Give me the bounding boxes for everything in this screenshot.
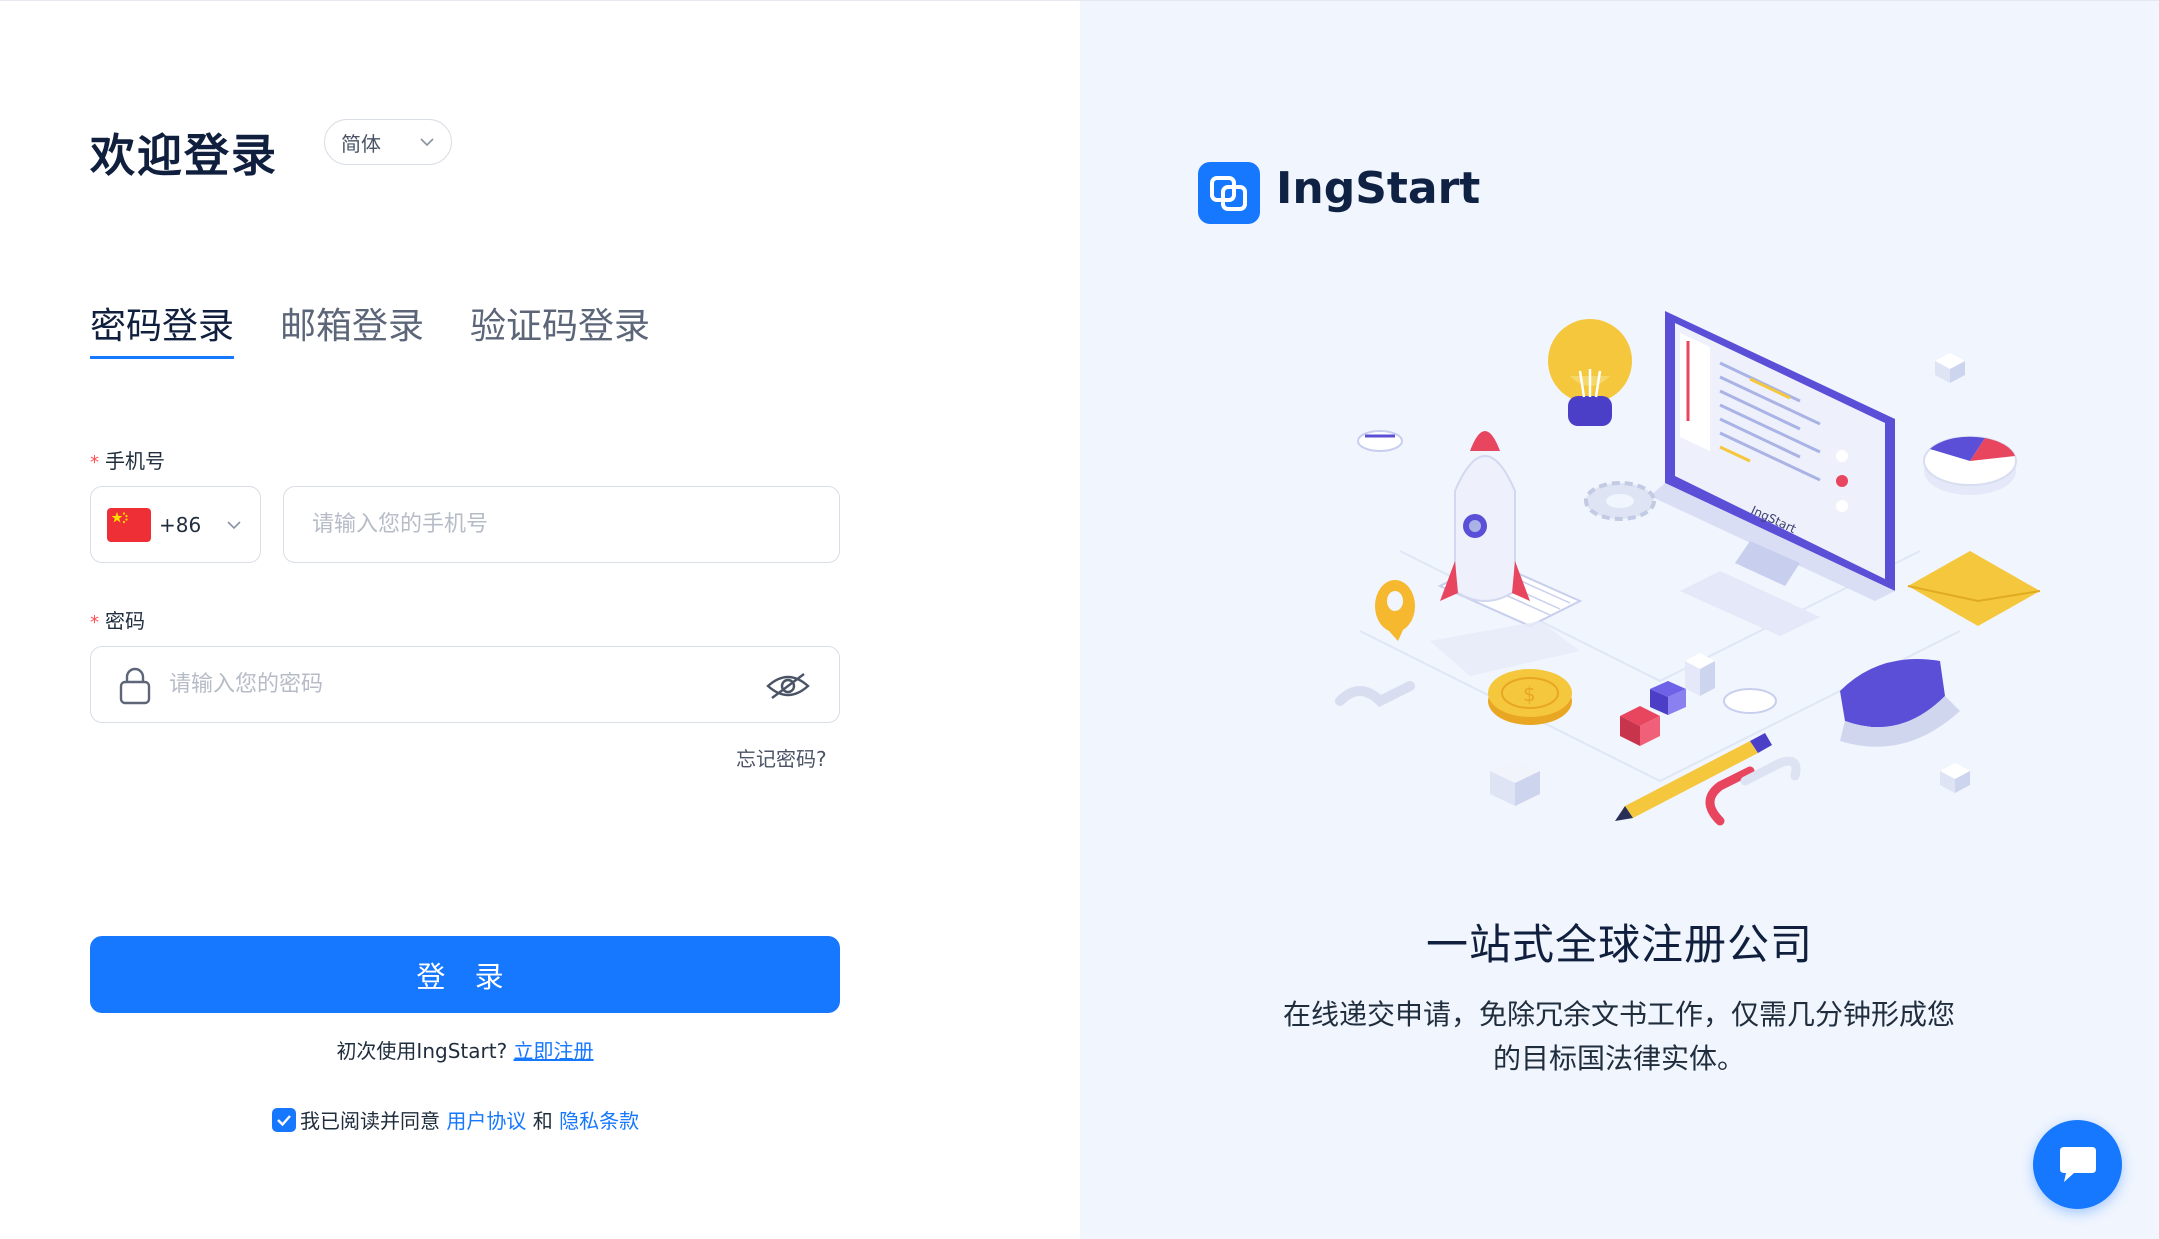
brand-logo-icon	[1198, 162, 1260, 224]
agreement-and: 和	[532, 1109, 553, 1133]
promo-title: 一站式全球注册公司	[1425, 920, 1813, 969]
register-link[interactable]: 立即注册	[514, 1039, 594, 1063]
country-code: +86	[159, 512, 202, 537]
forgot-password-link[interactable]: 忘记密码?	[736, 743, 827, 772]
country-code-select[interactable]: +86	[90, 486, 261, 563]
register-prompt: 初次使用IngStart? 立即注册	[0, 1035, 930, 1064]
chat-icon	[2059, 1146, 2096, 1182]
password-input[interactable]	[90, 646, 840, 723]
chat-button[interactable]	[2033, 1120, 2122, 1209]
agreement-text: 我已阅读并同意	[300, 1109, 440, 1133]
language-select[interactable]: 简体	[324, 119, 452, 165]
svg-text:$: $	[1523, 682, 1536, 706]
user-agreement-link[interactable]: 用户协议	[446, 1105, 526, 1134]
chevron-down-icon	[420, 138, 434, 147]
login-button[interactable]: 登 录	[90, 936, 840, 1013]
promo-description: 在线递交申请，免除冗余文书工作，仅需几分钟形成您的目标国法律实体。	[1282, 998, 1955, 1075]
lock-icon	[119, 667, 151, 705]
register-prompt-text: 初次使用IngStart?	[336, 1039, 508, 1063]
login-tabs: 密码登录 邮箱登录 验证码登录	[90, 297, 696, 359]
chevron-down-icon	[227, 521, 241, 530]
tab-code-login[interactable]: 验证码登录	[470, 297, 650, 357]
phone-input[interactable]	[283, 486, 840, 563]
tab-password-login[interactable]: 密码登录	[90, 297, 235, 359]
agreement-row: 我已阅读并同意 用户协议 和 隐私条款	[272, 1105, 639, 1134]
password-label-text: 密码	[105, 609, 145, 633]
isometric-illustration: IngStart $	[1335, 311, 2040, 826]
page-title: 欢迎登录	[90, 129, 279, 182]
login-panel: 欢迎登录 简体 密码登录 邮箱登录 验证码登录 * 手机号 +86 请输入您的手…	[0, 1, 1080, 1239]
china-flag-icon	[107, 507, 151, 542]
check-icon	[277, 1114, 291, 1126]
language-value: 简体	[341, 131, 381, 156]
privacy-policy-link[interactable]: 隐私条款	[559, 1105, 639, 1134]
required-mark: *	[90, 452, 99, 473]
tab-email-login[interactable]: 邮箱登录	[280, 297, 424, 357]
password-label: * 密码	[90, 605, 145, 634]
brand-name: IngStart	[1276, 163, 1481, 214]
promo-panel: IngStart IngStart $ 一站式全球注册公司 在线递交申请，免除冗…	[1080, 1, 2159, 1239]
phone-label: * 手机号	[90, 445, 165, 474]
eye-hidden-icon[interactable]	[766, 671, 810, 701]
phone-label-text: 手机号	[105, 449, 165, 473]
agreement-checkbox[interactable]	[272, 1107, 296, 1132]
required-mark: *	[90, 612, 99, 633]
